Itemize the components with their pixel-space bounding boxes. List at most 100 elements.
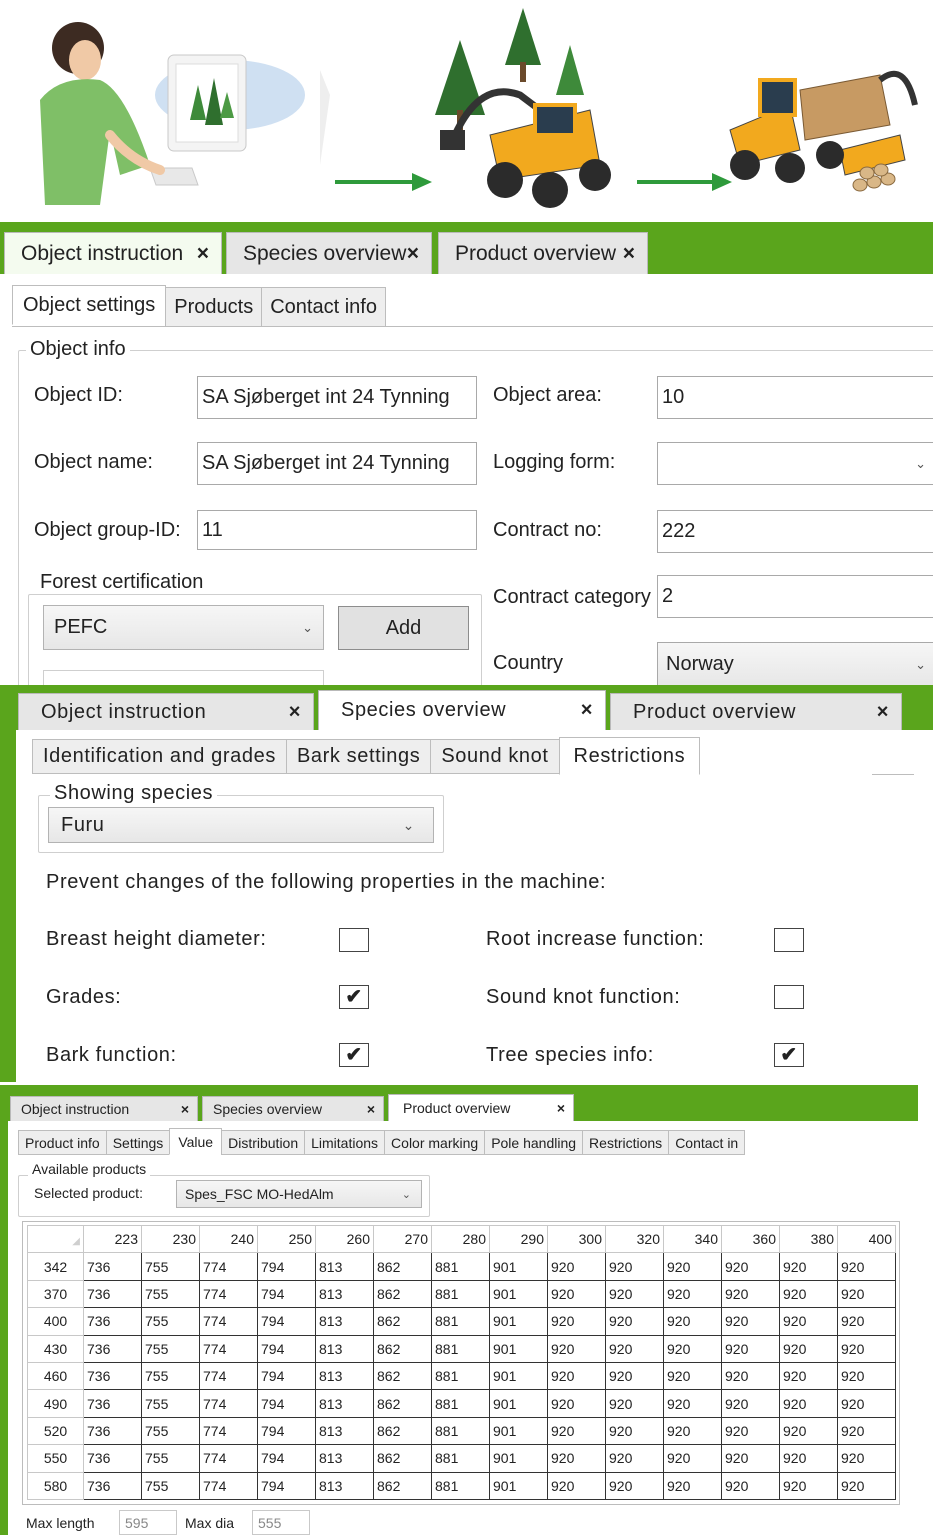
grid-value-cell[interactable]: 813 <box>315 1334 374 1363</box>
grid-value-cell[interactable]: 920 <box>547 1471 606 1500</box>
tab-product-overview[interactable]: Product overview × <box>610 693 902 730</box>
grid-value-cell[interactable]: 901 <box>489 1334 548 1363</box>
grid-value-cell[interactable]: 920 <box>547 1334 606 1363</box>
grid-value-cell[interactable]: 920 <box>663 1334 722 1363</box>
grid-value-cell[interactable]: 920 <box>663 1416 722 1446</box>
grid-value-cell[interactable]: 813 <box>315 1361 374 1391</box>
grid-value-cell[interactable]: 920 <box>547 1307 606 1336</box>
grid-value-cell[interactable]: 813 <box>315 1252 374 1281</box>
close-icon[interactable]: × <box>557 1100 565 1116</box>
species-select[interactable]: Furu ⌄ <box>48 807 434 843</box>
grid-value-cell[interactable]: 794 <box>257 1361 316 1391</box>
close-icon[interactable]: × <box>367 1101 375 1117</box>
grid-value-cell[interactable]: 755 <box>141 1361 200 1391</box>
tab-product-overview[interactable]: Product overview × <box>438 232 648 274</box>
grid-value-cell[interactable]: 774 <box>199 1334 258 1363</box>
grid-value-cell[interactable]: 862 <box>373 1334 432 1363</box>
close-icon[interactable]: × <box>407 242 419 266</box>
subtab-value[interactable]: Value <box>169 1128 223 1155</box>
grid-value-cell[interactable]: 755 <box>141 1334 200 1363</box>
subtab-object-settings[interactable]: Object settings <box>12 285 167 325</box>
grid-value-cell[interactable]: 881 <box>431 1361 490 1391</box>
grid-value-cell[interactable]: 920 <box>547 1416 606 1446</box>
grid-value-cell[interactable]: 755 <box>141 1444 200 1473</box>
grid-value-cell[interactable]: 774 <box>199 1416 258 1446</box>
grid-value-cell[interactable]: 920 <box>547 1389 606 1418</box>
grid-value-cell[interactable]: 920 <box>605 1279 664 1309</box>
grid-value-cell[interactable]: 901 <box>489 1307 548 1336</box>
subtab-contact-info[interactable]: Contact info <box>261 287 386 327</box>
object-name-field[interactable]: SA Sjøberget int 24 Tynning <box>197 442 477 485</box>
grid-value-cell[interactable]: 920 <box>721 1279 780 1309</box>
close-icon[interactable]: × <box>581 699 593 722</box>
grid-value-cell[interactable]: 881 <box>431 1471 490 1500</box>
bark-function-checkbox[interactable]: ✔ <box>339 1043 369 1067</box>
tab-species-overview[interactable]: Species overview × <box>202 1096 384 1121</box>
add-certification-button[interactable]: Add <box>338 606 469 650</box>
subtab-color-marking[interactable]: Color marking <box>384 1130 486 1155</box>
grid-value-cell[interactable]: 920 <box>605 1389 664 1418</box>
subtab-restrictions[interactable]: Restrictions <box>558 737 701 775</box>
subtab-pole-handling[interactable]: Pole handling <box>484 1130 584 1155</box>
grid-value-cell[interactable]: 862 <box>373 1389 432 1418</box>
grid-value-cell[interactable]: 901 <box>489 1416 548 1446</box>
grid-value-cell[interactable]: 920 <box>547 1361 606 1391</box>
grid-value-cell[interactable]: 862 <box>373 1279 432 1309</box>
grid-value-cell[interactable]: 813 <box>315 1307 374 1336</box>
grid-value-cell[interactable]: 862 <box>373 1307 432 1336</box>
grid-value-cell[interactable]: 920 <box>605 1361 664 1391</box>
bhd-checkbox[interactable] <box>339 928 369 952</box>
max-length-field[interactable]: 595 <box>119 1510 177 1535</box>
grid-value-cell[interactable]: 813 <box>315 1389 374 1418</box>
grid-value-cell[interactable]: 920 <box>605 1444 664 1473</box>
grid-value-cell[interactable]: 774 <box>199 1252 258 1281</box>
grid-value-cell[interactable]: 920 <box>721 1389 780 1418</box>
grid-value-cell[interactable]: 755 <box>141 1279 200 1309</box>
grid-value-cell[interactable]: 920 <box>779 1361 838 1391</box>
grid-value-cell[interactable]: 736 <box>83 1389 142 1418</box>
close-icon[interactable]: × <box>289 701 301 724</box>
grid-value-cell[interactable]: 881 <box>431 1252 490 1281</box>
contract-category-field[interactable]: 2 <box>657 575 933 618</box>
grid-value-cell[interactable]: 920 <box>605 1334 664 1363</box>
subtab-sound-knot[interactable]: Sound knot <box>430 739 560 774</box>
grid-value-cell[interactable]: 920 <box>721 1252 780 1281</box>
grid-value-cell[interactable]: 774 <box>199 1307 258 1336</box>
grid-value-cell[interactable]: 920 <box>721 1444 780 1473</box>
grid-value-cell[interactable]: 920 <box>605 1252 664 1281</box>
tree-species-info-checkbox[interactable]: ✔ <box>774 1043 804 1067</box>
grid-value-cell[interactable]: 774 <box>199 1471 258 1500</box>
grid-value-cell[interactable]: 881 <box>431 1444 490 1473</box>
contract-no-field[interactable]: 222 <box>657 510 933 553</box>
grid-value-cell[interactable]: 794 <box>257 1416 316 1446</box>
tab-object-instruction[interactable]: Object instruction × <box>4 232 222 274</box>
subtab-contact-info[interactable]: Contact in <box>668 1130 746 1155</box>
subtab-bark-settings[interactable]: Bark settings <box>285 739 432 774</box>
grid-value-cell[interactable]: 920 <box>663 1252 722 1281</box>
grid-value-cell[interactable]: 881 <box>431 1334 490 1363</box>
grid-value-cell[interactable]: 920 <box>837 1471 896 1500</box>
subtab-settings[interactable]: Settings <box>105 1130 171 1155</box>
grid-value-cell[interactable]: 920 <box>779 1252 838 1281</box>
grid-value-cell[interactable]: 736 <box>83 1471 142 1500</box>
tab-species-overview[interactable]: Species overview × <box>318 690 606 730</box>
grid-value-cell[interactable]: 920 <box>721 1471 780 1500</box>
grid-value-cell[interactable]: 920 <box>837 1389 896 1418</box>
max-dia-field[interactable]: 555 <box>252 1510 310 1535</box>
grid-value-cell[interactable]: 813 <box>315 1471 374 1500</box>
grid-value-cell[interactable]: 774 <box>199 1279 258 1309</box>
grades-checkbox[interactable]: ✔ <box>339 985 369 1009</box>
grid-value-cell[interactable]: 862 <box>373 1444 432 1473</box>
close-icon[interactable]: × <box>877 701 889 724</box>
grid-value-cell[interactable]: 920 <box>547 1444 606 1473</box>
grid-value-cell[interactable]: 794 <box>257 1334 316 1363</box>
grid-value-cell[interactable]: 901 <box>489 1471 548 1500</box>
object-area-field[interactable]: 10 <box>657 376 933 419</box>
subtab-product-info[interactable]: Product info <box>18 1130 107 1155</box>
subtab-restrictions[interactable]: Restrictions <box>582 1130 670 1155</box>
grid-value-cell[interactable]: 736 <box>83 1279 142 1309</box>
root-increase-checkbox[interactable] <box>774 928 804 952</box>
grid-value-cell[interactable]: 881 <box>431 1279 490 1309</box>
close-icon[interactable]: × <box>181 1101 189 1117</box>
grid-value-cell[interactable]: 920 <box>721 1416 780 1446</box>
